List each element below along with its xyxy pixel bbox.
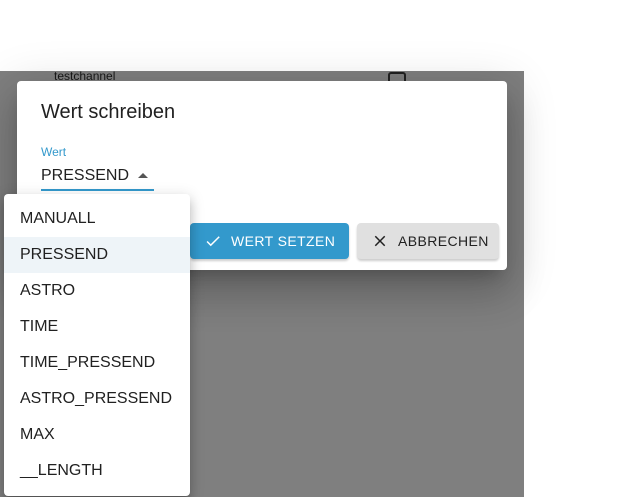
check-icon: [206, 236, 220, 247]
menu-item-astro-pressend[interactable]: ASTRO_PRESSEND: [4, 381, 190, 417]
value-select[interactable]: PRESSEND: [41, 165, 154, 191]
cancel-button[interactable]: ABBRECHEN: [357, 223, 499, 259]
value-select-current: PRESSEND: [41, 167, 130, 184]
menu-item-time-pressend[interactable]: TIME_PRESSEND: [4, 345, 190, 381]
cancel-button-label: ABBRECHEN: [398, 233, 489, 249]
page: testchannel r Wert schreiben Wert PRESSE…: [0, 0, 624, 497]
menu-item-time[interactable]: TIME: [4, 309, 190, 345]
arrow-up-icon: [138, 173, 148, 178]
menu-item-max[interactable]: MAX: [4, 417, 190, 453]
set-value-button-label: WERT SETZEN: [231, 233, 336, 249]
menu-item-manuall[interactable]: MANUALL: [4, 201, 190, 237]
value-dropdown-menu: MANUALL PRESSEND ASTRO TIME TIME_PRESSEN…: [4, 194, 190, 496]
close-icon: [374, 235, 386, 247]
value-field-label: Wert: [41, 145, 67, 159]
menu-item-astro[interactable]: ASTRO: [4, 273, 190, 309]
dialog-title: Wert schreiben: [41, 101, 176, 123]
menu-item-pressend[interactable]: PRESSEND: [4, 237, 190, 273]
menu-item-length[interactable]: __LENGTH: [4, 453, 190, 489]
set-value-button[interactable]: WERT SETZEN: [190, 223, 349, 259]
